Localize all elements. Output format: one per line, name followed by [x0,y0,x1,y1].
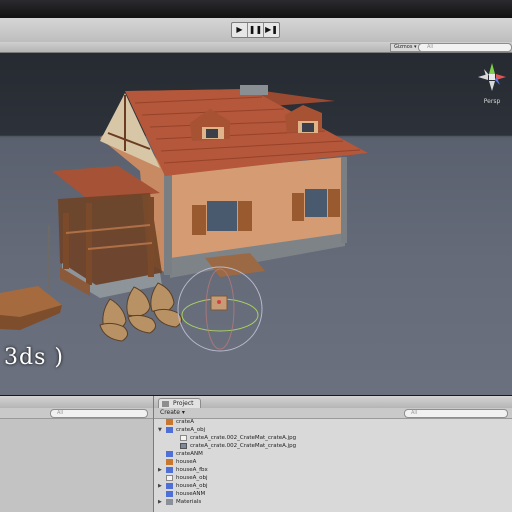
playback-controls: ▶ ❚❚ ▶❚ [231,22,280,38]
project-item-label: Materials [176,499,202,505]
hierarchy-search-input[interactable]: All [50,409,148,418]
project-item[interactable]: houseA [154,458,512,466]
axis-gizmo-icon [478,63,506,91]
main-toolbar: ▶ ❚❚ ▶❚ [0,18,512,43]
hierarchy-panel: All [0,396,154,512]
expand-arrow-icon[interactable]: ▶ [158,466,164,474]
bottom-panels: All Project Create ▾ All crateA ▼ crateA_o… [0,396,512,512]
project-item-label: houseA_fbx [176,467,208,473]
hierarchy-toolbar: All [0,408,153,419]
scene-view-header: Gizmos ▾ All [0,42,512,53]
prefab-icon [166,459,173,465]
project-item-label: houseA_obj [176,483,208,489]
prefab-icon [166,419,173,425]
scene-search-placeholder: All [427,44,434,50]
scene-viewport[interactable]: Persp 3ds ) [0,53,512,395]
expand-arrow-icon[interactable]: ▶ [158,498,164,506]
project-item[interactable]: houseA_obj [154,474,512,482]
project-panel: Project Create ▾ All crateA ▼ crateA_obj cr… [154,396,512,512]
project-item[interactable]: crateA_crate.002_CrateMat_crateA.jpg [154,442,512,450]
hierarchy-search-placeholder: All [57,410,64,416]
project-item[interactable]: ▼ crateA_obj [154,426,512,434]
project-item-label: houseANM [176,491,206,497]
play-button[interactable]: ▶ [232,23,248,37]
mesh-icon [166,451,173,457]
project-item-label: crateANM [176,451,203,457]
model-icon [166,427,173,433]
material-icon [180,435,187,441]
project-item-label: crateA_obj [176,427,206,433]
project-tree: crateA ▼ crateA_obj crateA_crate.002_CrateM… [154,418,512,506]
pause-button[interactable]: ❚❚ [248,23,264,37]
project-search-input[interactable]: All [404,409,508,418]
step-button[interactable]: ▶❚ [264,23,279,37]
project-search-placeholder: All [411,410,418,416]
project-tab-label: Project [173,400,194,407]
gizmos-dropdown[interactable]: Gizmos ▾ [390,43,421,52]
model-icon [166,483,173,489]
create-dropdown[interactable]: Create ▾ [160,409,185,417]
project-item[interactable]: crateA_crate.002_CrateMat_crateA.jpg [154,434,512,442]
window-title-bar [0,0,512,18]
scene-search-input[interactable]: All [418,43,512,52]
project-item[interactable]: ▶ houseA_obj [154,482,512,490]
project-item-label: crateA [176,419,194,425]
project-item[interactable]: ▶ Materials [154,498,512,506]
project-item[interactable]: houseANM [154,490,512,498]
orientation-gizmo[interactable]: Persp [474,59,510,111]
project-item[interactable]: crateANM [154,450,512,458]
mesh-icon [166,491,173,497]
project-item[interactable]: crateA [154,418,512,426]
document-icon [166,475,173,481]
project-item[interactable]: ▶ houseA_fbx [154,466,512,474]
project-item-label: houseA [176,459,197,465]
project-item-label: houseA_obj [176,475,208,481]
scene-render [0,85,512,395]
folder-icon [166,499,173,505]
model-icon [166,467,173,473]
expand-arrow-icon[interactable]: ▼ [158,426,164,434]
persp-label: Persp [483,98,501,105]
project-tab-icon [162,401,169,407]
expand-arrow-icon[interactable]: ▶ [158,482,164,490]
image-icon [180,443,187,449]
project-item-label: crateA_crate.002_CrateMat_crateA.jpg [190,443,297,449]
overlay-caption: 3ds ) [4,345,64,370]
project-item-label: crateA_crate.002_CrateMat_crateA.jpg [190,435,297,441]
